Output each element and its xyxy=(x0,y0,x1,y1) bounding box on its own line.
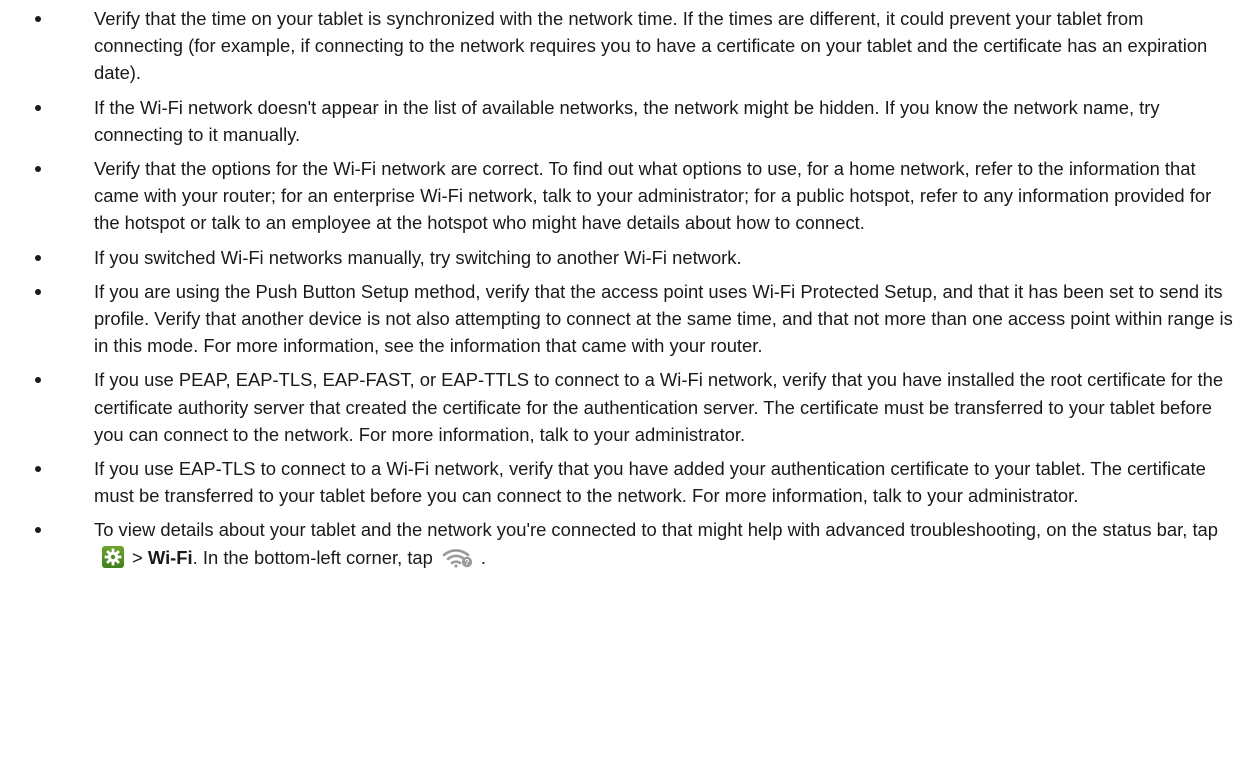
instruction-text-start: To view details about your tablet and th… xyxy=(94,519,1219,541)
list-item: Verify that the time on your tablet is s… xyxy=(32,5,1236,87)
list-item: If you are using the Push Button Setup m… xyxy=(32,278,1236,360)
wifi-menu-label: Wi-Fi xyxy=(147,546,193,568)
list-item-text: If you are using the Push Button Setup m… xyxy=(94,280,1233,357)
list-item-text: If the Wi-Fi network doesn't appear in t… xyxy=(94,96,1160,145)
list-item-text: If you use EAP-TLS to connect to a Wi-Fi… xyxy=(94,458,1206,507)
svg-text:?: ? xyxy=(464,558,469,567)
document-page: Verify that the time on your tablet is s… xyxy=(0,0,1256,773)
list-item-text: Verify that the options for the Wi-Fi ne… xyxy=(94,158,1212,234)
bullet-dot xyxy=(35,377,41,384)
bullet-dot xyxy=(35,16,41,22)
wifi-question-icon: ? xyxy=(441,546,473,568)
bullet-dot xyxy=(35,254,41,261)
bullet-dot xyxy=(35,166,41,173)
list-item-text: If you switched Wi-Fi networks manually,… xyxy=(94,246,742,268)
list-item-status-bar-instructions: To view details about your tablet and th… xyxy=(32,516,1236,570)
list-item: If the Wi-Fi network doesn't appear in t… xyxy=(32,94,1236,148)
menu-separator: > xyxy=(132,546,143,568)
list-item: If you use EAP-TLS to connect to a Wi-Fi… xyxy=(32,455,1236,509)
instruction-text-middle: . In the bottom-left corner, tap xyxy=(192,546,433,568)
list-item: Verify that the options for the Wi-Fi ne… xyxy=(32,155,1236,237)
settings-gear-icon xyxy=(102,545,124,568)
bullet-dot xyxy=(35,466,41,473)
list-item-text: Verify that the time on your tablet is s… xyxy=(94,8,1208,84)
bullet-dot xyxy=(35,288,41,295)
troubleshooting-list: Verify that the time on your tablet is s… xyxy=(32,5,1236,571)
list-item-text: If you use PEAP, EAP-TLS, EAP-FAST, or E… xyxy=(94,369,1224,445)
bullet-dot xyxy=(35,527,41,534)
bullet-dot xyxy=(35,104,41,111)
instruction-text-end: . xyxy=(480,546,487,568)
list-item: If you use PEAP, EAP-TLS, EAP-FAST, or E… xyxy=(32,366,1236,448)
list-item: If you switched Wi-Fi networks manually,… xyxy=(32,244,1236,271)
